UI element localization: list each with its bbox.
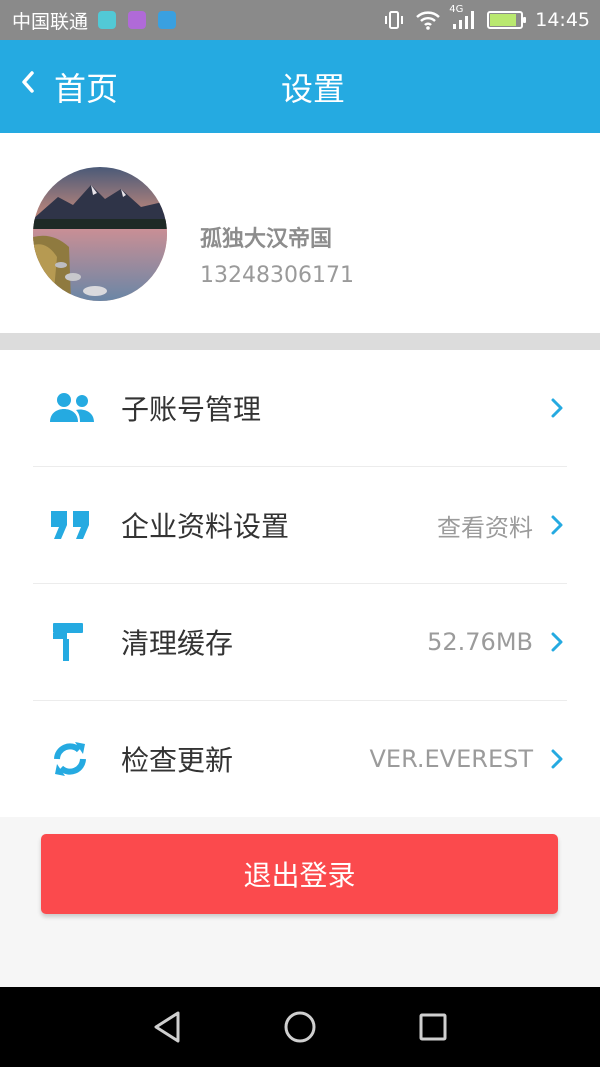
sim-notification-icon <box>158 11 177 29</box>
paint-roller-icon <box>33 617 113 667</box>
chevron-right-icon <box>547 744 567 774</box>
gallery-notification-icon <box>128 11 147 29</box>
refresh-icon <box>33 734 113 784</box>
menu-item-sub-accounts[interactable]: 子账号管理 <box>33 350 567 467</box>
recents-square-icon[interactable] <box>413 1007 453 1047</box>
profile-card[interactable]: 孤独大汉帝国 13248306171 <box>0 133 600 333</box>
vibrate-icon <box>383 9 405 31</box>
status-bar: 中国联通 4G 14:45 <box>0 0 600 40</box>
quote-icon <box>33 500 113 550</box>
profile-name: 孤独大汉帝国 <box>200 227 333 252</box>
logout-area: 退出登录 <box>0 817 600 987</box>
status-left: 中国联通 <box>12 7 188 34</box>
chevron-right-icon <box>547 393 567 423</box>
menu-label: 子账号管理 <box>121 393 262 426</box>
network-type: 4G <box>449 4 464 15</box>
menu-label: 企业资料设置 <box>121 510 290 543</box>
settings-menu: 子账号管理 企业资料设置 查看资料 清理缓存 52.76MB 检查更新 VER.… <box>0 350 600 818</box>
chevron-right-icon <box>547 627 567 657</box>
menu-label: 清理缓存 <box>121 627 234 660</box>
carrier-name: 中国联通 <box>12 10 89 33</box>
section-divider <box>0 333 600 350</box>
back-triangle-icon[interactable] <box>148 1007 188 1047</box>
menu-label: 检查更新 <box>121 744 234 777</box>
battery-icon <box>487 11 527 29</box>
menu-value: 查看资料 <box>437 513 533 542</box>
people-icon <box>33 383 113 433</box>
avatar[interactable] <box>33 167 167 301</box>
page-title: 设置 <box>280 69 345 108</box>
menu-item-check-update[interactable]: 检查更新 VER.EVEREST <box>33 701 567 818</box>
profile-phone: 13248306171 <box>200 263 354 288</box>
clock: 14:45 <box>535 9 590 31</box>
menu-value: 52.76MB <box>427 628 533 656</box>
status-right: 4G 14:45 <box>373 4 590 31</box>
wifi-icon <box>415 10 441 30</box>
app-bar: 首页 设置 <box>0 40 600 133</box>
system-nav-bar <box>0 987 600 1067</box>
signal-icon: 4G <box>449 4 475 30</box>
menu-value: VER.EVEREST <box>369 745 533 773</box>
menu-item-clear-cache[interactable]: 清理缓存 52.76MB <box>33 584 567 701</box>
logout-button[interactable]: 退出登录 <box>41 834 558 914</box>
chevron-right-icon <box>547 510 567 540</box>
menu-item-company-profile[interactable]: 企业资料设置 查看资料 <box>33 467 567 584</box>
home-circle-icon[interactable] <box>280 1007 320 1047</box>
app-notification-icon <box>98 11 117 29</box>
